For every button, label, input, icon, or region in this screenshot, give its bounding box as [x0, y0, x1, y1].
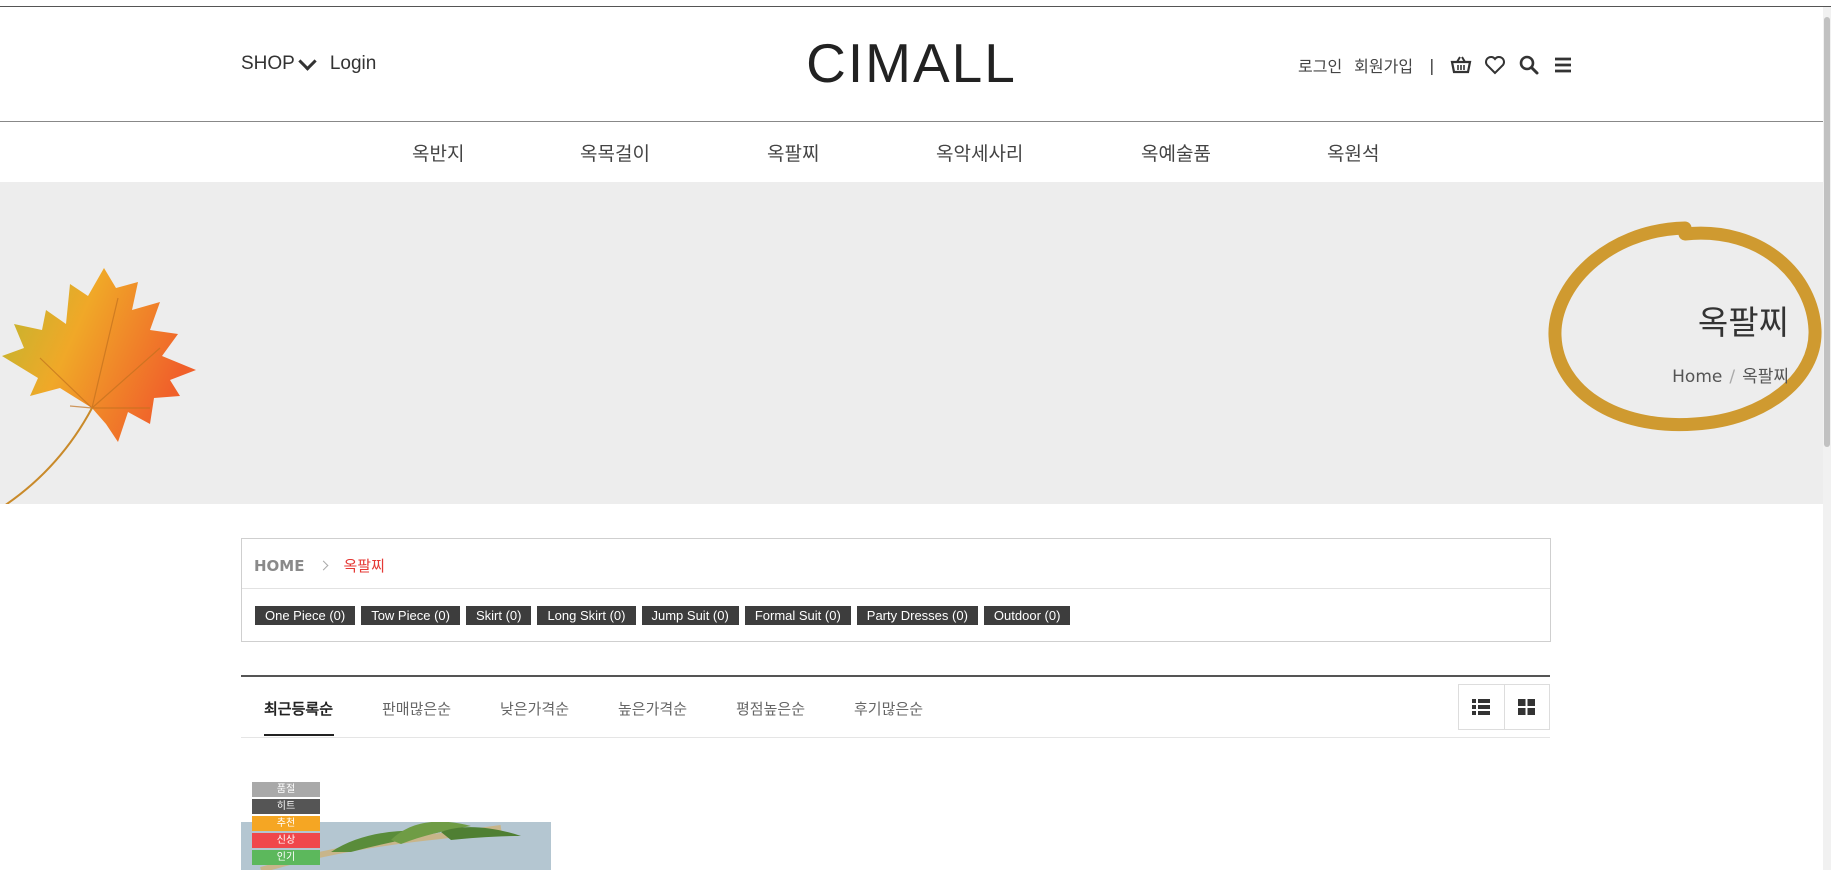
breadcrumb: HOME 옥팔찌 — [254, 555, 385, 576]
sort-tab-reviews[interactable]: 후기많은순 — [854, 698, 923, 719]
badge-soldout: 품절 — [252, 782, 320, 797]
category-box: HOME 옥팔찌 One Piece (0) Tow Piece (0) Ski… — [241, 538, 1551, 642]
badge-hit: 히트 — [252, 799, 320, 814]
subcategory-item[interactable]: One Piece (0) — [255, 606, 356, 625]
sort-tab-recent[interactable]: 최근등록순 — [264, 698, 333, 719]
badge-recommend: 추천 — [252, 816, 320, 831]
active-sort-underline — [264, 734, 334, 736]
subcategory-item[interactable]: Formal Suit (0) — [744, 606, 851, 625]
subcategory-item[interactable]: Party Dresses (0) — [856, 606, 978, 625]
sort-tab-bestselling[interactable]: 판매많은순 — [382, 698, 451, 719]
menu-icon[interactable] — [1552, 54, 1574, 76]
nav-item-jade-accessory[interactable]: 옥악세사리 — [936, 139, 1023, 166]
join-link[interactable]: 회원가입 — [1354, 53, 1413, 77]
breadcrumb-home[interactable]: HOME — [254, 557, 304, 575]
page-scrollbar[interactable] — [1823, 7, 1831, 870]
header-right-links: 로그인 회원가입 | — [1298, 53, 1574, 77]
banner-crumb-home[interactable]: Home — [1672, 367, 1722, 387]
breadcrumb-current: 옥팔찌 — [343, 557, 385, 575]
sort-tab-low-price[interactable]: 낮은가격순 — [500, 698, 569, 719]
nav-item-jade-stone[interactable]: 옥원석 — [1327, 139, 1379, 166]
subcategory-item[interactable]: Jump Suit (0) — [641, 606, 739, 625]
page-banner: 옥팔찌 Home / 옥팔찌 — [0, 182, 1823, 504]
subcategory-list: One Piece (0) Tow Piece (0) Skirt (0) Lo… — [255, 606, 1071, 625]
nav-item-jade-art[interactable]: 옥예술품 — [1141, 139, 1211, 166]
grid-view-icon[interactable] — [1503, 685, 1550, 729]
subcategory-item[interactable]: Outdoor (0) — [983, 606, 1071, 625]
nav-item-jade-ring[interactable]: 옥반지 — [412, 139, 464, 166]
chevron-right-icon — [319, 560, 329, 571]
sort-tab-rating[interactable]: 평점높은순 — [736, 698, 805, 719]
basket-icon[interactable] — [1450, 54, 1472, 76]
banner-breadcrumb: Home / 옥팔찌 — [1672, 362, 1789, 387]
scrollbar-thumb[interactable] — [1824, 17, 1830, 447]
list-view-icon[interactable] — [1459, 685, 1504, 729]
banner-crumb-separator: / — [1729, 367, 1736, 387]
banner-title: 옥팔찌 — [1697, 303, 1789, 342]
header-separator: | — [1429, 55, 1435, 75]
subcategory-item[interactable]: Tow Piece (0) — [361, 606, 460, 625]
maple-leaf-image — [2, 268, 196, 504]
nav-item-jade-necklace[interactable]: 옥목걸이 — [580, 139, 650, 166]
subcategory-item[interactable]: Skirt (0) — [465, 606, 532, 625]
badge-new: 신상 — [252, 833, 320, 848]
heart-icon[interactable] — [1484, 54, 1506, 76]
badge-popular: 인기 — [252, 850, 320, 865]
main-navigation: 옥반지 옥목걸이 옥팔찌 옥악세사리 옥예술품 옥원석 — [0, 122, 1823, 182]
site-header: SHOP Login CIMALL 로그인 회원가입 | — [0, 7, 1823, 122]
search-icon[interactable] — [1518, 54, 1540, 76]
view-toggle — [1458, 684, 1550, 730]
nav-item-jade-bracelet[interactable]: 옥팔찌 — [767, 139, 819, 166]
category-divider — [242, 588, 1550, 589]
sort-bar: 최근등록순 판매많은순 낮은가격순 높은가격순 평점높은순 후기많은순 — [241, 675, 1550, 738]
banner-crumb-current: 옥팔찌 — [1742, 367, 1789, 387]
subcategory-item[interactable]: Long Skirt (0) — [537, 606, 636, 625]
sort-tab-high-price[interactable]: 높은가격순 — [618, 698, 687, 719]
product-badges: 품절 히트 추천 신상 인기 — [252, 782, 320, 867]
login-kr-link[interactable]: 로그인 — [1298, 53, 1342, 77]
